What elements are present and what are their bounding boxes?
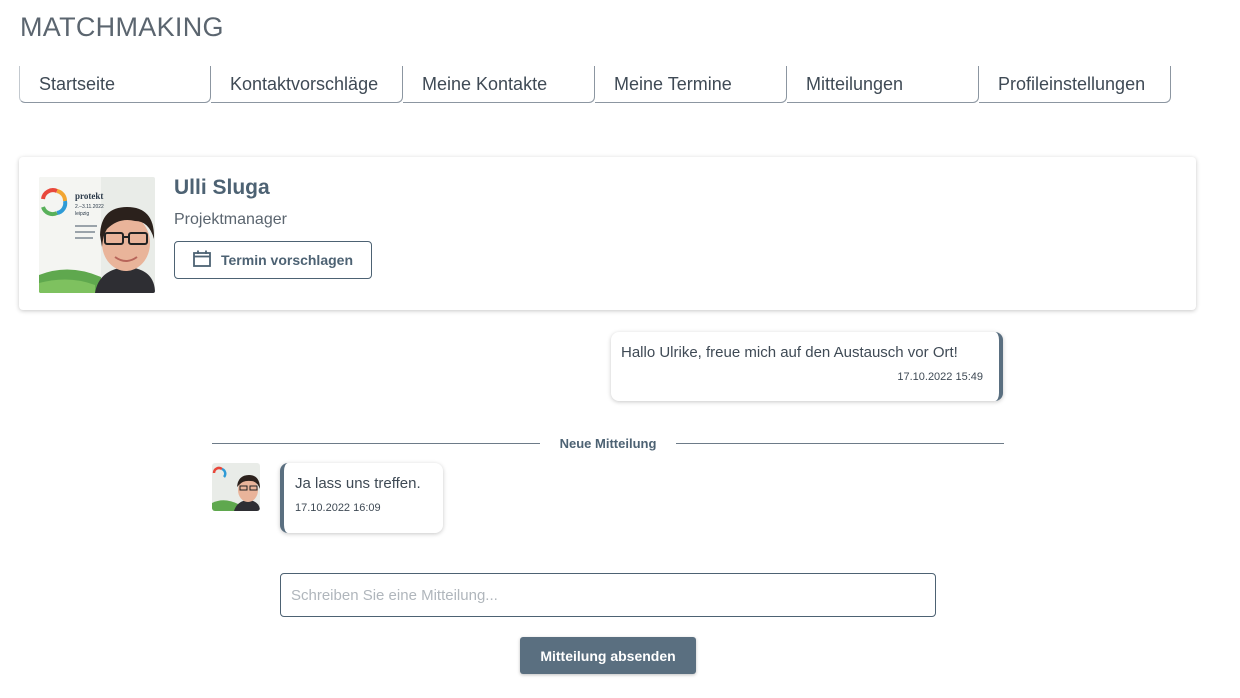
photo-banner-text: leipzig — [75, 211, 89, 217]
tab-kontaktvorschlaege[interactable]: Kontaktvorschläge — [211, 66, 403, 103]
tab-profileinstellungen[interactable]: Profileinstellungen — [979, 66, 1171, 103]
sender-avatar — [212, 463, 260, 511]
calendar-icon — [193, 250, 211, 270]
message-timestamp: 17.10.2022 16:09 — [295, 502, 381, 514]
main-nav-tabs: Startseite Kontaktvorschläge Meine Konta… — [19, 66, 1171, 103]
send-message-button[interactable]: Mitteilung absenden — [520, 637, 696, 674]
message-text: Hallo Ulrike, freue mich auf den Austaus… — [621, 344, 958, 361]
photo-banner-text: 2.–3.11.2022 — [75, 204, 104, 210]
page-title: MATCHMAKING — [20, 12, 224, 42]
incoming-message: Ja lass uns treffen. 17.10.2022 16:09 — [280, 463, 443, 533]
message-text: Ja lass uns treffen. — [295, 475, 421, 492]
divider-line — [676, 442, 1004, 444]
divider-line — [212, 442, 540, 444]
message-timestamp: 17.10.2022 15:49 — [897, 371, 983, 383]
suggest-appointment-label: Termin vorschlagen — [221, 252, 354, 268]
divider-label: Neue Mitteilung — [559, 435, 657, 451]
outgoing-message: Hallo Ulrike, freue mich auf den Austaus… — [611, 332, 1003, 401]
tab-meine-kontakte[interactable]: Meine Kontakte — [403, 66, 595, 103]
suggest-appointment-button[interactable]: Termin vorschlagen — [174, 241, 372, 279]
tab-startseite[interactable]: Startseite — [19, 66, 211, 103]
contact-profile-card: protekt 2.–3.11.2022 leipzig Ulli Sluga … — [19, 157, 1196, 310]
photo-banner-text: protekt — [75, 191, 103, 201]
contact-name: Ulli Sluga — [174, 176, 270, 199]
tab-meine-termine[interactable]: Meine Termine — [595, 66, 787, 103]
profile-photo: protekt 2.–3.11.2022 leipzig — [39, 177, 155, 293]
new-message-divider: Neue Mitteilung — [212, 433, 1004, 453]
message-input[interactable] — [280, 573, 936, 617]
tab-mitteilungen[interactable]: Mitteilungen — [787, 66, 979, 103]
contact-role: Projektmanager — [174, 211, 287, 228]
